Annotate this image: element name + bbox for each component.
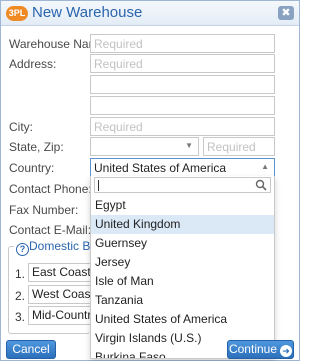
chevron-down-icon: ▼ (185, 141, 193, 150)
backup-row-number: 2. (15, 289, 26, 303)
address-line-3-input[interactable] (90, 96, 275, 115)
address-line-2-input[interactable] (90, 75, 275, 94)
state-zip-label: State, Zip: (9, 140, 64, 154)
dialog-footer: Cancel Continue ➜ (1, 338, 299, 360)
country-label: Country: (9, 161, 55, 175)
address-line-1-input[interactable] (90, 54, 275, 73)
dialog-title: New Warehouse (32, 4, 143, 21)
country-option[interactable]: Egypt (91, 196, 274, 215)
contact-email-label: Contact E-Mail: (9, 223, 92, 237)
help-icon[interactable]: ? (16, 243, 29, 256)
country-dropdown: Egypt United Kingdom Guernsey Jersey Isle of… (90, 176, 275, 359)
3pl-badge: 3PL (6, 6, 28, 21)
continue-label: Continue (228, 342, 278, 356)
backup-warehouse-3[interactable]: Mid-Country - 3PL (28, 306, 90, 325)
country-search-input[interactable] (94, 177, 271, 193)
country-select[interactable]: United States of America ▲ (90, 158, 275, 177)
continue-button[interactable]: Continue ➜ (227, 340, 294, 359)
backup-warehouse-2[interactable]: West Coast Warehouse (28, 285, 90, 304)
country-option[interactable]: Guernsey (91, 234, 274, 253)
backup-warehouse-1[interactable]: East Coast - 3PL (28, 263, 90, 282)
country-option[interactable]: Jersey (91, 253, 274, 272)
city-label: City: (9, 120, 33, 134)
arrow-right-icon: ➜ (280, 345, 293, 357)
close-icon[interactable]: ✖ (278, 6, 294, 20)
country-option[interactable]: United Kingdom (91, 215, 274, 234)
search-icon (255, 179, 267, 191)
warehouse-name-input[interactable] (90, 34, 275, 53)
dialog-titlebar: 3PL New Warehouse ✖ (1, 1, 299, 26)
country-option[interactable]: United States of America (91, 310, 274, 329)
new-warehouse-dialog: 3PL New Warehouse ✖ Warehouse Name: Addr… (0, 0, 300, 361)
contact-phone-label: Contact Phone: (9, 182, 92, 196)
cancel-button[interactable]: Cancel (6, 340, 56, 359)
text-caret (98, 180, 99, 191)
country-option[interactable]: Isle of Man (91, 272, 274, 291)
backup-row-number: 3. (15, 310, 26, 324)
state-select[interactable]: ▼ (90, 137, 199, 156)
fax-number-label: Fax Number: (9, 203, 79, 217)
address-label: Address: (9, 57, 57, 71)
country-value: United States of America (94, 161, 227, 175)
country-options-list: Egypt United Kingdom Guernsey Jersey Isle of… (91, 196, 274, 358)
chevron-up-icon: ▲ (261, 162, 269, 171)
country-option[interactable]: Tanzania (91, 291, 274, 310)
zip-input[interactable] (203, 137, 275, 156)
backup-row-number: 1. (15, 267, 26, 281)
city-input[interactable] (90, 117, 275, 136)
